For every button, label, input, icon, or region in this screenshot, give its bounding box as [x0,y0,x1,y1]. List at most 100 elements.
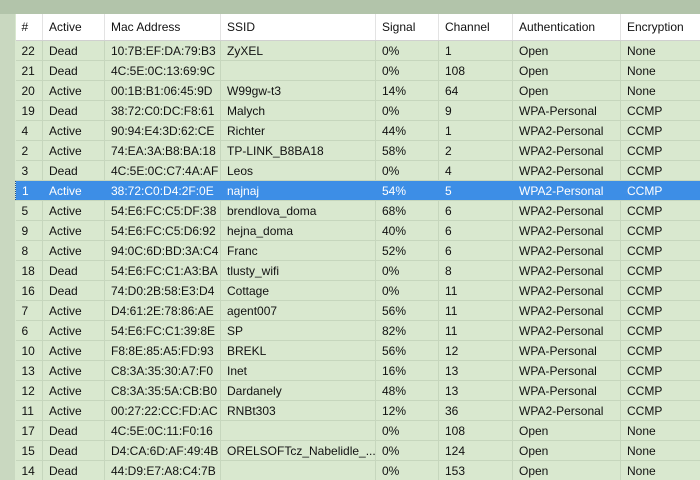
cell-number: 6 [15,320,43,341]
table-row[interactable]: 9 Active 54:E6:FC:C5:D6:92 hejna_doma 40% 6 WP… [15,220,700,241]
table-row[interactable]: 7 Active D4:61:2E:78:86:AE agent007 56% 11 WPA… [15,300,700,321]
cell-encryption: CCMP [620,160,700,181]
cell-channel: 8 [438,260,513,281]
cell-channel: 6 [438,240,513,261]
cell-channel: 11 [438,280,513,301]
table-row[interactable]: 21 Dead 4C:5E:0C:13:69:9C 0% 108 Open None [15,60,700,81]
cell-authentication: WPA-Personal [512,380,621,401]
cell-mac-address: 38:72:C0:DC:F8:61 [104,100,221,121]
cell-authentication: WPA2-Personal [512,200,621,221]
table-row-selected[interactable]: 1 Active 38:72:C0:D4:2F:0E najnaj 54% 5 WPA2-P… [15,180,700,201]
table-row[interactable]: 20 Active 00:1B:B1:06:45:9D W99gw-t3 14% 64 Op… [15,80,700,101]
column-header-number[interactable]: # [15,14,43,41]
cell-encryption: CCMP [620,260,700,281]
cell-authentication: WPA2-Personal [512,180,621,201]
cell-channel: 6 [438,220,513,241]
cell-channel: 11 [438,300,513,321]
cell-encryption: CCMP [620,360,700,381]
cell-number: 13 [15,360,43,381]
table-row[interactable]: 13 Active C8:3A:35:30:A7:F0 Inet 16% 13 WPA-Pe… [15,360,700,381]
table-row[interactable]: 15 Dead D4:CA:6D:AF:49:4B ORELSOFTcz_Nabeli… [15,440,700,461]
cell-channel: 4 [438,160,513,181]
cell-authentication: Open [512,440,621,461]
cell-channel: 1 [438,120,513,141]
table-row[interactable]: 2 Active 74:EA:3A:B8:BA:18 TP-LINK_B8BA18 58… [15,140,700,161]
cell-signal: 0% [375,420,439,441]
table-row[interactable]: 17 Dead 4C:5E:0C:11:F0:16 0% 108 Open None [15,420,700,441]
cell-channel: 1 [438,40,513,61]
table-row[interactable]: 6 Active 54:E6:FC:C1:39:8E SP 82% 11 WPA2-Pers… [15,320,700,341]
table-row[interactable]: 14 Dead 44:D9:E7:A8:C4:7B 0% 153 Open None [15,460,700,480]
cell-number: 4 [15,120,43,141]
cell-mac-address: 00:1B:B1:06:45:9D [104,80,221,101]
column-header-signal[interactable]: Signal [375,14,439,41]
cell-mac-address: 74:D0:2B:58:E3:D4 [104,280,221,301]
cell-number: 5 [15,200,43,221]
table-row[interactable]: 18 Dead 54:E6:FC:C1:A3:BA tlusty_wifi 0% 8 WPA… [15,260,700,281]
column-header-encryption[interactable]: Encryption [620,14,700,41]
cell-signal: 54% [375,180,439,201]
cell-active-status: Active [42,320,105,341]
table-row[interactable]: 16 Dead 74:D0:2B:58:E3:D4 Cottage 0% 11 WPA2-P… [15,280,700,301]
cell-mac-address: 38:72:C0:D4:2F:0E [104,180,221,201]
cell-signal: 14% [375,80,439,101]
cell-signal: 16% [375,360,439,381]
cell-active-status: Active [42,140,105,161]
cell-authentication: WPA-Personal [512,360,621,381]
cell-mac-address: 4C:5E:0C:11:F0:16 [104,420,221,441]
cell-active-status: Active [42,300,105,321]
table-row[interactable]: 4 Active 90:94:E4:3D:62:CE Richter 44% 1 WPA2-… [15,120,700,141]
column-header-ssid[interactable]: SSID [220,14,376,41]
table-row[interactable]: 3 Dead 4C:5E:0C:C7:4A:AF Leos 0% 4 WPA2-Person… [15,160,700,181]
cell-ssid [220,60,376,81]
cell-active-status: Active [42,180,105,201]
column-header-mac-address[interactable]: Mac Address [104,14,221,41]
cell-authentication: WPA-Personal [512,100,621,121]
cell-number: 14 [15,460,43,480]
cell-active-status: Active [42,240,105,261]
cell-encryption: CCMP [620,340,700,361]
table-row[interactable]: 12 Active C8:3A:35:5A:CB:B0 Dardanely 48% 13 W… [15,380,700,401]
cell-encryption: CCMP [620,180,700,201]
cell-active-status: Active [42,400,105,421]
table-row[interactable]: 22 Dead 10:7B:EF:DA:79:B3 ZyXEL 0% 1 Open None [15,40,700,61]
cell-active-status: Active [42,380,105,401]
cell-mac-address: 4C:5E:0C:13:69:9C [104,60,221,81]
cell-active-status: Active [42,200,105,221]
cell-signal: 58% [375,140,439,161]
cell-mac-address: 54:E6:FC:C1:39:8E [104,320,221,341]
cell-ssid: Dardanely [220,380,376,401]
cell-channel: 124 [438,440,513,461]
cell-number: 20 [15,80,43,101]
cell-active-status: Dead [42,60,105,81]
cell-number: 11 [15,400,43,421]
table-row[interactable]: 10 Active F8:8E:85:A5:FD:93 BREKL 56% 12 WPA-P… [15,340,700,361]
cell-channel: 5 [438,180,513,201]
wifi-network-table-view: # Active Mac Address SSID Signal Channel… [15,14,700,480]
cell-authentication: Open [512,420,621,441]
cell-mac-address: 54:E6:FC:C5:DF:38 [104,200,221,221]
cell-encryption: CCMP [620,200,700,221]
cell-mac-address: D4:61:2E:78:86:AE [104,300,221,321]
cell-mac-address: 54:E6:FC:C1:A3:BA [104,260,221,281]
cell-encryption: None [620,420,700,441]
cell-signal: 0% [375,440,439,461]
cell-channel: 9 [438,100,513,121]
cell-ssid: Richter [220,120,376,141]
cell-ssid: SP [220,320,376,341]
cell-authentication: WPA2-Personal [512,280,621,301]
table-row[interactable]: 19 Dead 38:72:C0:DC:F8:61 Malych 0% 9 WPA-Pers… [15,100,700,121]
table-row[interactable]: 11 Active 00:27:22:CC:FD:AC RNBt303 12% 36 WPA… [15,400,700,421]
cell-ssid: brendlova_doma [220,200,376,221]
table-row[interactable]: 8 Active 94:0C:6D:BD:3A:C4 Franc 52% 6 WPA2-Pe… [15,240,700,261]
cell-mac-address: 54:E6:FC:C5:D6:92 [104,220,221,241]
column-header-active[interactable]: Active [42,14,105,41]
cell-active-status: Dead [42,280,105,301]
cell-channel: 12 [438,340,513,361]
column-header-authentication[interactable]: Authentication [512,14,621,41]
cell-signal: 12% [375,400,439,421]
cell-ssid: hejna_doma [220,220,376,241]
column-header-channel[interactable]: Channel [438,14,513,41]
cell-authentication: WPA2-Personal [512,400,621,421]
table-row[interactable]: 5 Active 54:E6:FC:C5:DF:38 brendlova_doma 68… [15,200,700,221]
